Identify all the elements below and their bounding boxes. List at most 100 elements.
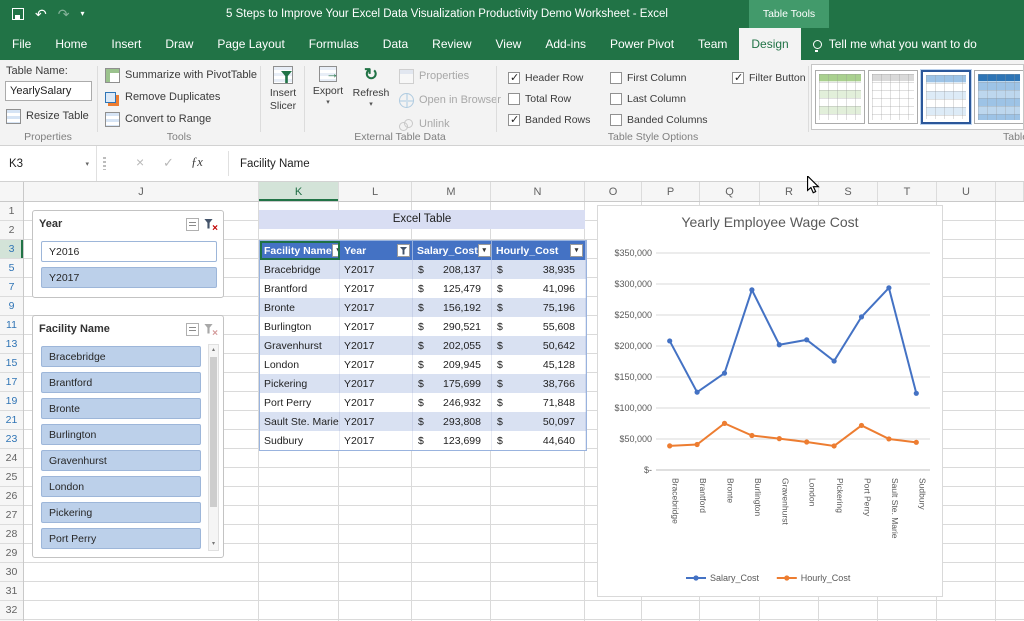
row-header-31[interactable]: 31 bbox=[0, 582, 23, 601]
row-header-2[interactable]: 2 bbox=[0, 221, 23, 240]
column-header-T[interactable]: T bbox=[878, 182, 937, 201]
table-cell[interactable]: Bronte bbox=[260, 298, 340, 317]
column-header-L[interactable]: L bbox=[339, 182, 412, 201]
ribbon-tab-home[interactable]: Home bbox=[43, 28, 99, 60]
ribbon-tab-add-ins[interactable]: Add-ins bbox=[533, 28, 598, 60]
row-header-21[interactable]: 21 bbox=[0, 411, 23, 430]
ribbon-tab-page-layout[interactable]: Page Layout bbox=[205, 28, 296, 60]
row-header-24[interactable]: 24 bbox=[0, 449, 23, 468]
column-header-partial[interactable] bbox=[996, 182, 1024, 201]
row-header-11[interactable]: 11 bbox=[0, 316, 23, 335]
refresh-button[interactable]: ↻ Refresh ▾ bbox=[350, 66, 392, 110]
table-cell[interactable]: $123,699 bbox=[413, 431, 492, 450]
table-style-thumb-medium-blue-banded[interactable] bbox=[974, 70, 1024, 124]
filter-applied-button[interactable] bbox=[397, 244, 410, 257]
column-header-S[interactable]: S bbox=[819, 182, 878, 201]
slicer-item-bronte[interactable]: Bronte bbox=[41, 398, 201, 419]
row-header-30[interactable]: 30 bbox=[0, 563, 23, 582]
table-header-facility-name[interactable]: Facility Name▾ bbox=[260, 241, 340, 260]
table-cell[interactable]: $71,848 bbox=[492, 393, 586, 412]
select-all-corner[interactable] bbox=[0, 182, 24, 202]
table-cell[interactable]: $38,935 bbox=[492, 260, 586, 279]
qat-customize-icon[interactable]: ▾ bbox=[80, 10, 84, 18]
checkbox-header-row[interactable]: Header Row bbox=[508, 67, 604, 88]
table-cell[interactable]: $125,479 bbox=[413, 279, 492, 298]
clear-filter-icon[interactable] bbox=[203, 323, 217, 336]
table-cell[interactable]: Y2017 bbox=[340, 431, 413, 450]
slicer-facility-name[interactable]: Facility NameBracebridgeBrantfordBronteB… bbox=[32, 315, 224, 558]
row-header-5[interactable]: 5 bbox=[0, 259, 23, 278]
row-header-13[interactable]: 13 bbox=[0, 335, 23, 354]
ribbon-tab-power-pivot[interactable]: Power Pivot bbox=[598, 28, 686, 60]
table-cell[interactable]: $156,192 bbox=[413, 298, 492, 317]
row-header-32[interactable]: 32 bbox=[0, 601, 23, 620]
row-header-19[interactable]: 19 bbox=[0, 392, 23, 411]
filter-dropdown-button[interactable]: ▾ bbox=[478, 244, 491, 257]
ribbon-tab-insert[interactable]: Insert bbox=[99, 28, 153, 60]
row-header-9[interactable]: 9 bbox=[0, 297, 23, 316]
ribbon-tab-review[interactable]: Review bbox=[420, 28, 483, 60]
table-cell[interactable]: $202,055 bbox=[413, 336, 492, 355]
ribbon-tab-draw[interactable]: Draw bbox=[153, 28, 205, 60]
save-icon[interactable] bbox=[12, 8, 24, 20]
column-header-J[interactable]: J bbox=[24, 182, 259, 201]
enter-icon[interactable]: ✓ bbox=[163, 155, 174, 171]
button-convert-to-range[interactable]: Convert to Range bbox=[102, 109, 260, 129]
legend-salary-cost[interactable]: Salary_Cost bbox=[710, 573, 760, 583]
table-cell[interactable]: London bbox=[260, 355, 340, 374]
ribbon-tab-design[interactable]: Design bbox=[739, 28, 800, 60]
table-cell[interactable]: $290,521 bbox=[413, 317, 492, 336]
checkbox-banded-columns[interactable]: Banded Columns bbox=[610, 109, 726, 130]
table-cell[interactable]: $45,128 bbox=[492, 355, 586, 374]
slicer-item-burlington[interactable]: Burlington bbox=[41, 424, 201, 445]
cells-area[interactable]: Excel TableFacility Name▾YearSalary_Cost… bbox=[24, 202, 1024, 621]
cancel-icon[interactable]: × bbox=[136, 154, 144, 170]
table-cell[interactable]: Pickering bbox=[260, 374, 340, 393]
column-header-P[interactable]: P bbox=[642, 182, 700, 201]
checkbox-banded-rows[interactable]: Banded Rows bbox=[508, 109, 604, 130]
table-styles-gallery[interactable] bbox=[811, 64, 1024, 130]
column-header-N[interactable]: N bbox=[491, 182, 585, 201]
filter-dropdown-button[interactable]: ▾ bbox=[332, 244, 340, 257]
button-summarize-with-pivottable[interactable]: Summarize with PivotTable bbox=[102, 65, 260, 85]
button-properties[interactable]: Properties bbox=[396, 66, 504, 86]
table-cell[interactable]: $38,766 bbox=[492, 374, 586, 393]
ribbon-tab-formulas[interactable]: Formulas bbox=[297, 28, 371, 60]
slicer-scrollbar[interactable]: ▴▾ bbox=[208, 344, 219, 551]
multi-select-icon[interactable] bbox=[186, 323, 199, 336]
table-cell[interactable]: $246,932 bbox=[413, 393, 492, 412]
redo-icon[interactable]: ↷ bbox=[58, 7, 70, 21]
slicer-item-brantford[interactable]: Brantford bbox=[41, 372, 201, 393]
slicer-item-pickering[interactable]: Pickering bbox=[41, 502, 201, 523]
legend-hourly-cost[interactable]: Hourly_Cost bbox=[801, 573, 851, 583]
filter-dropdown-button[interactable]: ▾ bbox=[570, 244, 583, 257]
checkbox-last-column[interactable]: Last Column bbox=[610, 88, 726, 109]
ribbon-tab-team[interactable]: Team bbox=[686, 28, 739, 60]
table-cell[interactable]: Bracebridge bbox=[260, 260, 340, 279]
table-header-year[interactable]: Year bbox=[340, 241, 413, 260]
ribbon-tab-data[interactable]: Data bbox=[371, 28, 420, 60]
table-cell[interactable]: $41,096 bbox=[492, 279, 586, 298]
table-cell[interactable]: $209,945 bbox=[413, 355, 492, 374]
button-remove-duplicates[interactable]: Remove Duplicates bbox=[102, 87, 260, 107]
table-cell[interactable]: $208,137 bbox=[413, 260, 492, 279]
slicer-item-london[interactable]: London bbox=[41, 476, 201, 497]
name-box-dropdown-icon[interactable]: ▾ bbox=[85, 160, 89, 168]
table-cell[interactable]: Y2017 bbox=[340, 412, 413, 431]
export-button[interactable]: Export ▾ bbox=[308, 66, 348, 108]
table-cell[interactable]: Y2017 bbox=[340, 317, 413, 336]
row-header-17[interactable]: 17 bbox=[0, 373, 23, 392]
multi-select-icon[interactable] bbox=[186, 218, 199, 231]
row-header-23[interactable]: 23 bbox=[0, 430, 23, 449]
table-cell[interactable]: $175,699 bbox=[413, 374, 492, 393]
table-cell[interactable]: Y2017 bbox=[340, 336, 413, 355]
table-cell[interactable]: Brantford bbox=[260, 279, 340, 298]
table-cell[interactable]: Y2017 bbox=[340, 279, 413, 298]
table-cell[interactable]: $50,097 bbox=[492, 412, 586, 431]
table-cell[interactable]: $44,640 bbox=[492, 431, 586, 450]
row-header-15[interactable]: 15 bbox=[0, 354, 23, 373]
insert-slicer-button[interactable]: Insert Slicer bbox=[262, 66, 304, 113]
table-cell[interactable]: Burlington bbox=[260, 317, 340, 336]
row-header-28[interactable]: 28 bbox=[0, 525, 23, 544]
table-style-thumb-light-green-banded[interactable] bbox=[815, 70, 865, 124]
